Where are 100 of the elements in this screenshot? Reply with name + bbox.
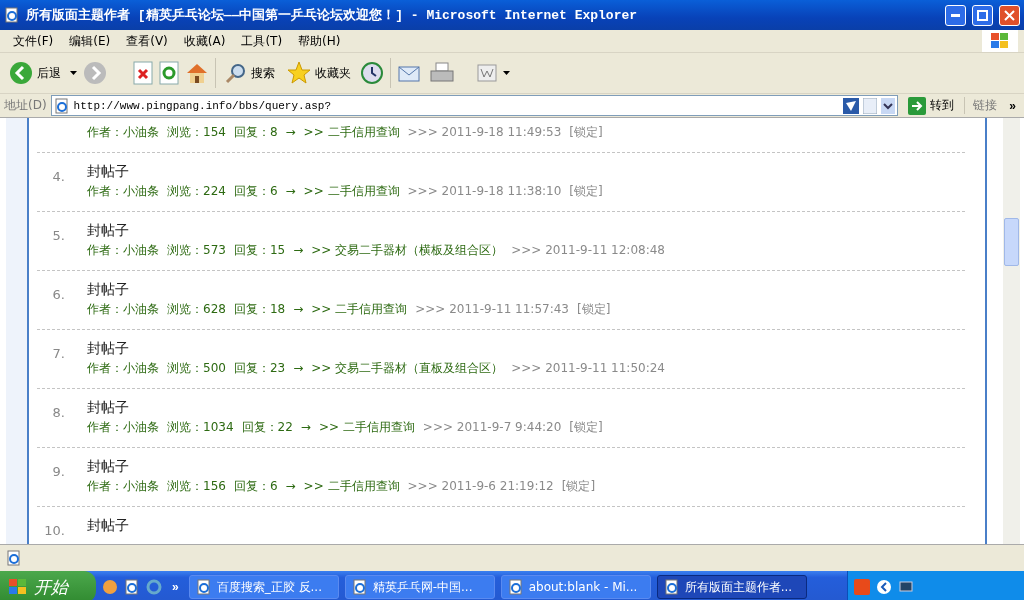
menu-item[interactable]: 帮助(H) [291,32,350,50]
post-title[interactable]: 封帖子 [87,281,611,298]
ie-page-icon [351,579,368,595]
more-launch-button[interactable]: » [168,580,183,594]
menu-item[interactable]: 查看(V) [119,32,177,50]
post-number: 10. [43,522,66,538]
post-author: 作者：小油条 [87,479,159,494]
forum-link[interactable]: >> 二手信用查询 [318,420,415,435]
reply-count: 回复：15 [233,243,286,258]
arrow-text: → [293,302,304,317]
input-method-icon[interactable] [854,579,870,595]
post-title[interactable]: 封帖子 [87,163,603,180]
forum-link[interactable]: >> 交易二手器材（直板及组合区） [311,361,504,376]
stop-icon[interactable] [133,61,153,85]
post-author: 作者：小油条 [87,243,159,258]
dropdown-caret-icon[interactable] [503,71,510,75]
messenger-icon[interactable] [102,579,118,595]
ie-page-icon [663,579,680,595]
chevron-left-icon[interactable] [876,579,892,595]
more-links-button[interactable]: » [1005,98,1020,113]
taskbar-button[interactable]: 百度搜索_正胶 反... [188,575,339,599]
post-number: 4. [51,168,66,186]
close-icon [1004,9,1015,21]
post-title[interactable]: 封帖子 [87,399,603,416]
arrow-text: → [293,361,304,376]
ie-page-icon [195,579,212,595]
menu-item[interactable]: 收藏(A) [176,32,235,50]
word-icon[interactable] [477,64,497,82]
menu-item[interactable]: 编辑(E) [62,32,120,50]
window-title: 所有版面主题作者 [精英乒乓论坛——中国第一乒乓论坛欢迎您！] - Microsoft Internet Explorer [26,6,639,24]
address-label: 地址(D) [4,97,47,114]
ie-page-icon [53,97,70,114]
view-count: 浏览：156 [167,479,226,494]
locked-tag: [锁定] [569,125,603,140]
reply-count: 回复：6 [233,479,278,494]
forum-link[interactable]: >> 二手信用查询 [303,125,400,140]
post-number: 7. [51,345,66,363]
close-button[interactable] [999,4,1020,26]
post-author: 作者：小油条 [87,125,159,140]
post-time: >>> 2011-9-18 11:49:53 [407,125,562,140]
forum-link[interactable]: >> 二手信用查询 [303,184,400,199]
post-author: 作者：小油条 [87,184,159,199]
search-button[interactable]: 搜索 [222,60,278,86]
post-title[interactable]: 封帖子 [87,458,596,475]
view-count: 浏览：1034 [167,420,234,435]
locked-tag: [锁定] [569,184,603,199]
reply-count: 回复：22 [241,420,293,435]
forum-link[interactable]: >> 二手信用查询 [303,479,400,494]
post-title[interactable]: 封帖子 [87,222,665,239]
menu-item[interactable]: 文件(F) [6,32,63,50]
start-button[interactable]: 开始 [0,571,96,600]
taskbar-button[interactable]: 所有版面主题作者... [656,575,807,599]
ie-page-icon [507,579,524,595]
ie-icon[interactable] [146,579,162,595]
view-count: 浏览：500 [167,361,226,376]
dropdown-caret-icon[interactable] [70,71,77,75]
search-icon [225,62,247,84]
arrow-text: → [285,125,296,140]
home-icon[interactable] [185,61,209,85]
forum-link[interactable]: >> 二手信用查询 [311,302,408,317]
network-icon[interactable] [898,579,914,595]
post-time: >>> 2011-9-11 11:57:43 [415,302,569,317]
windows-logo-icon [990,32,1010,50]
maximize-button[interactable] [972,4,993,26]
taskbar-button[interactable]: about:blank - Mi... [500,575,651,599]
arrow-text: → [285,184,296,199]
post-time: >>> 2011-9-18 11:38:10 [407,184,562,199]
arrow-text: → [300,420,311,435]
printer-icon[interactable] [429,61,455,85]
view-count: 浏览：224 [167,184,226,199]
page-status-icon [6,550,22,566]
scrollbar[interactable] [1003,118,1020,544]
minimize-icon [951,13,960,17]
minimize-button[interactable] [945,4,966,26]
taskbar-button[interactable]: 精英乒乓网-中国... [344,575,495,599]
scrollbar-thumb[interactable] [1004,218,1019,266]
post-title[interactable]: 封帖子 [87,517,129,534]
arrow-text: → [285,479,296,494]
links-button[interactable]: 链接 [964,97,1002,114]
locked-tag: [锁定] [577,302,611,317]
view-count: 浏览：573 [167,243,226,258]
post-author: 作者：小油条 [87,361,159,376]
post-time: >>> 2011-9-6 21:19:12 [407,479,554,494]
launch-icon [124,579,140,595]
view-count: 浏览：628 [167,302,226,317]
post-author: 作者：小油条 [87,420,159,435]
favorites-button[interactable]: 收藏夹 [284,59,354,87]
post-number: 8. [51,404,66,422]
forum-link[interactable]: >> 交易二手器材（横板及组合区） [311,243,504,258]
post-title[interactable]: 封帖子 [87,340,665,357]
post-number: 9. [51,463,66,481]
go-button[interactable]: 转到 [902,96,961,115]
menu-item[interactable]: 工具(T) [234,32,292,50]
history-icon[interactable] [360,61,384,85]
back-button[interactable]: 后退 [6,59,64,87]
reply-count: 回复：8 [233,125,278,140]
refresh-icon[interactable] [159,61,179,85]
reply-count: 回复：23 [233,361,286,376]
address-field[interactable]: http://www.pingpang.info/bbs/query.asp? [50,95,899,116]
post-time: >>> 2011-9-11 11:50:24 [511,361,665,376]
